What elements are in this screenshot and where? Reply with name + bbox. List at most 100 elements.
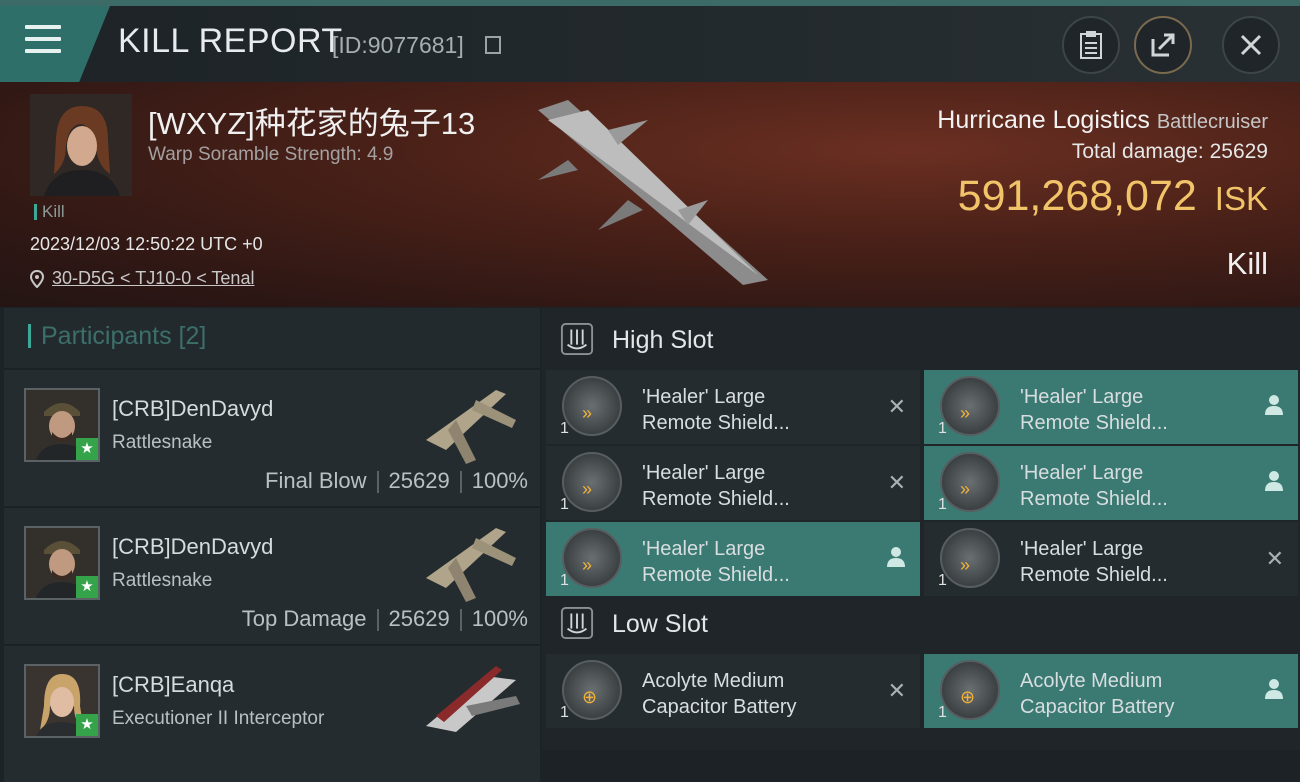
divider (459, 609, 462, 632)
module-count: 1 (938, 420, 947, 437)
participants-header: Participants [2] (4, 308, 540, 368)
participant-damage: 25629 (388, 606, 450, 631)
module-item[interactable]: » 1 'Healer' Large Remote Shield... ✕ (546, 370, 920, 444)
module-name: 'Healer' Large Remote Shield... (1020, 536, 1168, 588)
kill-datetime: 2023/12/03 12:50:22 UTC +0 (30, 234, 263, 254)
module-name-line1: 'Healer' Large (1020, 462, 1144, 484)
module-name-line2: Remote Shield... (1020, 564, 1168, 586)
victim-ship: Hurricane Logistics Battlecruiser (937, 106, 1268, 135)
module-count: 1 (938, 496, 947, 513)
low-slot-header: Low Slot (542, 592, 1300, 656)
participant-row[interactable]: ★ [CRB]Eanqa Executioner II Interceptor (4, 644, 540, 782)
location-pin-icon (30, 269, 44, 288)
divider (376, 471, 379, 494)
module-count: 1 (560, 496, 569, 513)
victim-name[interactable]: [WXYZ]种花家的兔子13 (148, 98, 475, 143)
module-name-line2: Remote Shield... (642, 564, 790, 586)
participant-name[interactable]: [CRB]Eanqa (112, 672, 234, 698)
copy-icon[interactable] (485, 36, 501, 54)
close-button[interactable] (1222, 16, 1280, 74)
module-item[interactable]: » 1 'Healer' Large Remote Shield... ✕ (546, 446, 920, 520)
total-damage: Total damage: 25629 (1072, 140, 1268, 164)
low-slot-icon (560, 606, 594, 640)
destroyed-icon: ✕ (887, 678, 906, 703)
divider (459, 471, 462, 494)
participant-name[interactable]: [CRB]DenDavyd (112, 534, 273, 560)
participant-ship-image (426, 528, 516, 602)
module-item[interactable]: » 1 'Healer' Large Remote Shield... (924, 446, 1298, 520)
menu-button[interactable] (0, 6, 110, 82)
module-count: 1 (560, 704, 569, 721)
total-damage-label: Total damage: (1071, 140, 1204, 163)
destroyed-icon: ✕ (887, 394, 906, 419)
close-icon (1240, 34, 1262, 56)
module-item[interactable]: » 1 'Healer' Large Remote Shield... (924, 370, 1298, 444)
chevron-icon: » (582, 479, 593, 499)
module-count: 1 (560, 420, 569, 437)
star-icon: ★ (76, 438, 98, 460)
module-name-line2: Remote Shield... (1020, 488, 1168, 510)
fitting-panel: High Slot » 1 'Healer' Large Remote Shiel… (542, 308, 1300, 750)
participant-ship-image (426, 390, 516, 464)
module-name: 'Healer' Large Remote Shield... (642, 384, 790, 436)
kill-location[interactable]: 30-D5G < TJ10-0 < Tenal (30, 268, 254, 289)
victim-ship-class: Battlecruiser (1156, 111, 1268, 133)
module-item[interactable]: » 1 'Healer' Large Remote Shield... ✕ (924, 522, 1298, 596)
participants-title: Participants [2] (28, 324, 206, 349)
location-link[interactable]: 30-D5G < TJ10-0 < Tenal (52, 268, 254, 289)
kill-id: [ID:9077681] (332, 32, 464, 58)
module-count: 1 (560, 572, 569, 589)
dropped-person-icon (1265, 679, 1283, 699)
participant-damage: 25629 (388, 468, 450, 493)
module-name: Acolyte Medium Capacitor Battery (1020, 668, 1175, 720)
share-button[interactable] (1134, 16, 1192, 74)
module-name: 'Healer' Large Remote Shield... (1020, 460, 1168, 512)
star-icon: ★ (76, 576, 98, 598)
chevron-icon: » (960, 403, 971, 423)
participant-row[interactable]: ★ [CRB]DenDavyd Rattlesnake Final Blow 25… (4, 368, 540, 506)
warp-scramble-strength: Warp Soramble Strength: 4.9 (148, 144, 394, 165)
share-icon (1151, 33, 1175, 57)
avatar[interactable]: ★ (24, 526, 100, 600)
avatar[interactable]: ★ (24, 664, 100, 738)
module-name-line1: 'Healer' Large (642, 462, 766, 484)
report-button[interactable] (1062, 16, 1120, 74)
participant-row[interactable]: ★ [CRB]DenDavyd Rattlesnake Top Damage 25… (4, 506, 540, 644)
module-name: 'Healer' Large Remote Shield... (642, 460, 790, 512)
hamburger-icon (25, 37, 61, 41)
dropped-person-icon (1265, 471, 1283, 491)
plus-icon: ⊕ (582, 687, 598, 707)
participant-percent: 100% (471, 606, 528, 631)
dropped-person-icon (1265, 395, 1283, 415)
participant-percent: 100% (471, 468, 528, 493)
participant-name[interactable]: [CRB]DenDavyd (112, 396, 273, 422)
destroyed-icon: ✕ (887, 470, 906, 495)
high-slot-icon (560, 322, 594, 356)
top-bar: KILL REPORT [ID:9077681] (0, 0, 1300, 82)
module-item[interactable]: ⊕ 1 Acolyte Medium Capacitor Battery ✕ (546, 654, 920, 728)
participant-ship: Rattlesnake (112, 432, 213, 453)
participant-stats: Final Blow 25629 100% (265, 468, 528, 494)
victim-portrait-image (30, 94, 132, 196)
total-damage-value: 25629 (1209, 140, 1268, 163)
kill-summary-banner: [WXYZ]种花家的兔子13 Warp Soramble Strength: 4… (0, 82, 1300, 307)
victim-ship-name: Hurricane Logistics (937, 106, 1150, 134)
kill-result-label: Kill (1226, 246, 1268, 281)
participant-role: Final Blow (265, 468, 367, 493)
module-name-line1: 'Healer' Large (642, 538, 766, 560)
chevron-icon: » (960, 555, 971, 575)
module-count: 1 (938, 704, 947, 721)
participant-ship: Rattlesnake (112, 570, 213, 591)
low-slot-label: Low Slot (612, 610, 708, 638)
victim-portrait[interactable] (30, 94, 132, 196)
participant-ship-image (426, 666, 520, 732)
isk-unit: ISK (1214, 180, 1268, 217)
module-item[interactable]: » 1 'Healer' Large Remote Shield... (546, 522, 920, 596)
module-name-line2: Remote Shield... (642, 488, 790, 510)
avatar[interactable]: ★ (24, 388, 100, 462)
module-name-line1: Acolyte Medium (1020, 670, 1163, 692)
module-name-line1: 'Healer' Large (1020, 538, 1144, 560)
isk-value: 591,268,072 ISK (958, 172, 1268, 221)
module-item[interactable]: ⊕ 1 Acolyte Medium Capacitor Battery (924, 654, 1298, 728)
high-slot-label: High Slot (612, 326, 714, 354)
